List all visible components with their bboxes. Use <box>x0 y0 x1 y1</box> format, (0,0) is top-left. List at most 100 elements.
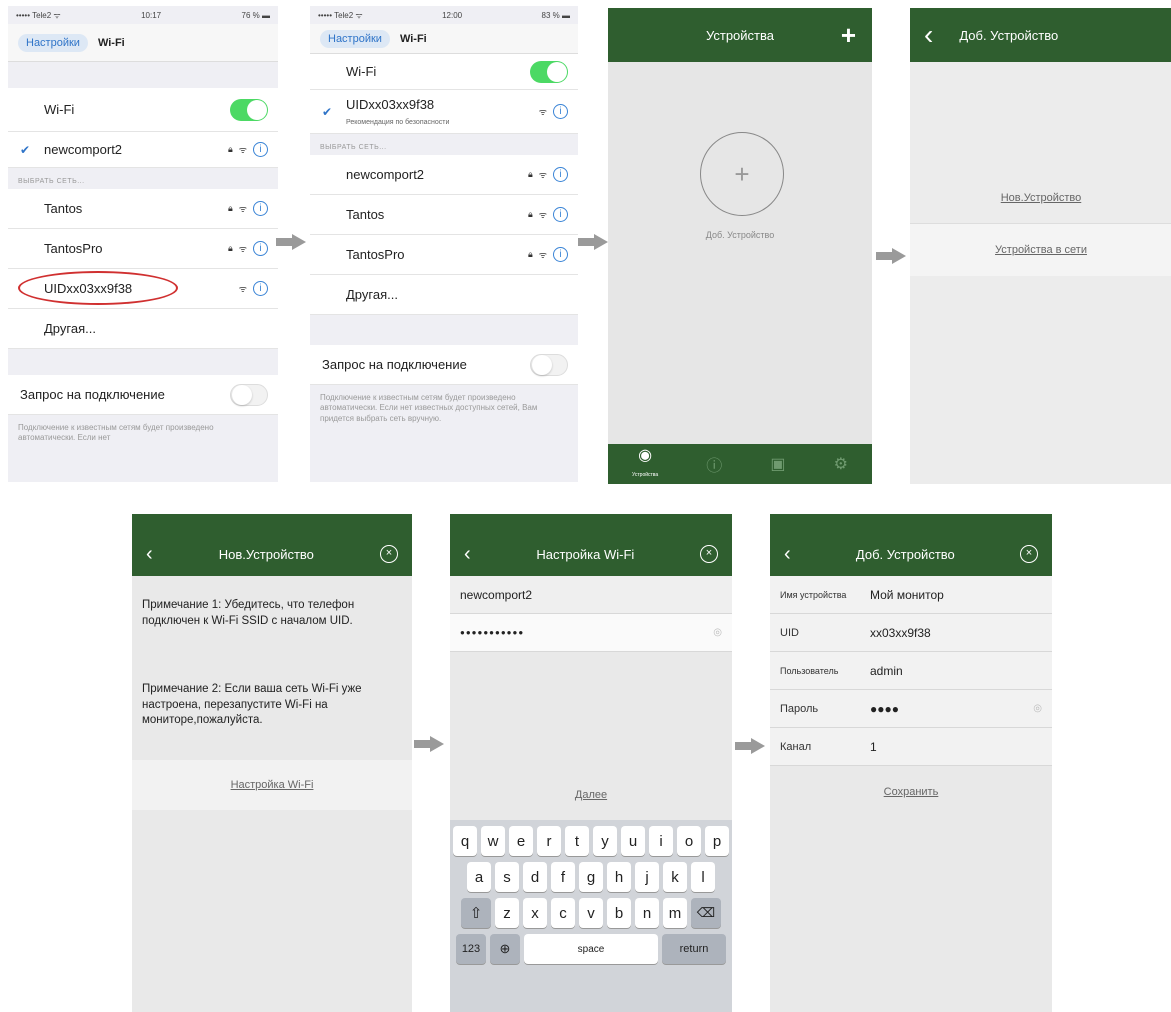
key-y[interactable]: y <box>593 826 617 856</box>
section-header: ВЫБРАТЬ СЕТЬ... <box>320 144 387 151</box>
gallery-icon[interactable]: ▣ <box>770 454 785 474</box>
ssid-field[interactable]: newcomport2 <box>450 576 732 614</box>
key-q[interactable]: q <box>453 826 477 856</box>
network-item-uid[interactable]: UIDxx03xx9f38 ᯤ i <box>8 269 278 309</box>
info-icon[interactable]: i <box>253 201 268 216</box>
key-i[interactable]: i <box>649 826 673 856</box>
eye-icon[interactable]: ◎ <box>713 627 722 638</box>
key-a[interactable]: a <box>467 862 491 892</box>
field-input[interactable]: admin <box>870 664 1052 678</box>
field-label: Пароль <box>780 702 819 715</box>
info-icon[interactable]: i <box>253 142 268 157</box>
other-network[interactable]: Другая... <box>310 275 578 315</box>
new-device-link[interactable]: Нов.Устройство <box>910 172 1171 224</box>
key-b[interactable]: b <box>607 898 631 928</box>
other-network[interactable]: Другая... <box>8 309 278 349</box>
key-g[interactable]: g <box>579 862 603 892</box>
network-item[interactable]: newcomport2 🔒︎ ᯤ i <box>310 155 578 195</box>
field-input[interactable]: 1 <box>870 740 1052 754</box>
wifi-toggle-row: Wi-Fi <box>310 54 578 90</box>
ask-to-join-toggle[interactable] <box>530 353 568 376</box>
field-input[interactable]: Мой монитор <box>870 588 1052 602</box>
back-button[interactable]: ‹ <box>464 544 471 564</box>
field-input[interactable]: ●●●● <box>870 702 1033 716</box>
ask-to-join-row: Запрос на подключение <box>310 345 578 385</box>
connected-network[interactable]: ✔ newcomport2 🔒︎ ᯤ i <box>8 132 278 168</box>
key-x[interactable]: x <box>523 898 547 928</box>
key-d[interactable]: d <box>523 862 547 892</box>
key-n[interactable]: n <box>635 898 659 928</box>
key-v[interactable]: v <box>579 898 603 928</box>
eye-icon[interactable]: ◎ <box>1033 703 1052 714</box>
field-input[interactable]: xx03xx9f38 <box>870 626 1052 640</box>
back-button[interactable]: ‹ <box>146 544 153 564</box>
info-icon[interactable]: i <box>553 247 568 262</box>
network-item[interactable]: TantosPro 🔒︎ ᯤ i <box>8 229 278 269</box>
wifi-icon: ᯤ <box>238 284 247 294</box>
tab-devices[interactable]: ◉ Устройства <box>632 448 658 480</box>
key-u[interactable]: u <box>621 826 645 856</box>
page-title: Устройства <box>705 27 774 43</box>
close-icon[interactable]: × <box>1020 545 1038 563</box>
key-c[interactable]: c <box>551 898 575 928</box>
shift-key[interactable]: ⇧ <box>461 898 491 928</box>
key-o[interactable]: o <box>677 826 701 856</box>
password-field[interactable]: ●●●●●●●●●●● ◎ <box>450 614 732 652</box>
key-h[interactable]: h <box>607 862 631 892</box>
info-icon[interactable]: i <box>553 167 568 182</box>
add-device-circle[interactable]: + <box>700 132 784 216</box>
key-j[interactable]: j <box>635 862 659 892</box>
next-link[interactable]: Далее <box>450 770 732 820</box>
key-f[interactable]: f <box>551 862 575 892</box>
screen-device-settings: ‹ Доб. Устройство × Имя устройства Мой мони… <box>770 514 1052 1012</box>
page-title: Нов.Устройство <box>218 546 314 562</box>
lock-icon: 🔒︎ <box>227 144 233 154</box>
add-device-button[interactable]: + <box>841 20 856 51</box>
ask-to-join-row: Запрос на подключение <box>8 375 278 415</box>
numbers-key[interactable]: 123 <box>456 934 486 964</box>
info-icon[interactable]: i <box>253 281 268 296</box>
arrow-icon <box>578 234 610 250</box>
info-icon[interactable]: i <box>253 241 268 256</box>
space-key[interactable]: space <box>524 934 658 964</box>
info-icon[interactable]: i <box>553 104 568 119</box>
back-button[interactable]: Настройки <box>18 33 88 52</box>
return-key[interactable]: return <box>662 934 726 964</box>
close-icon[interactable]: × <box>699 545 718 563</box>
gear-icon[interactable]: ⚙ <box>834 454 848 474</box>
nav-bar: ‹ Доб. Устройство × <box>770 532 1052 576</box>
key-e[interactable]: e <box>509 826 533 856</box>
info-icon[interactable]: ⓘ <box>706 452 722 476</box>
key-s[interactable]: s <box>495 862 519 892</box>
wifi-toggle[interactable] <box>230 98 268 121</box>
network-item[interactable]: Tantos 🔒︎ ᯤ i <box>310 195 578 235</box>
key-t[interactable]: t <box>565 826 589 856</box>
wifi-icon: ᯤ <box>538 210 547 220</box>
key-k[interactable]: k <box>663 862 687 892</box>
key-z[interactable]: z <box>495 898 519 928</box>
info-icon[interactable]: i <box>553 207 568 222</box>
network-item[interactable]: Tantos 🔒︎ ᯤ i <box>8 189 278 229</box>
back-button[interactable]: Настройки <box>320 29 390 48</box>
connected-network[interactable]: ✔ UIDxx03xx9f38 Рекомендация по безопаснос… <box>310 90 578 134</box>
globe-key[interactable]: ⊕ <box>490 934 520 964</box>
key-r[interactable]: r <box>537 826 561 856</box>
network-devices-link[interactable]: Устройства в сети <box>910 224 1171 276</box>
key-m[interactable]: m <box>663 898 687 928</box>
close-icon[interactable]: × <box>379 545 398 563</box>
wifi-toggle[interactable] <box>530 60 568 83</box>
keyboard-row: asdfghjkl <box>453 862 729 892</box>
save-link[interactable]: Сохранить <box>770 766 1052 818</box>
back-button[interactable]: ‹ <box>924 21 933 49</box>
ask-to-join-toggle[interactable] <box>230 383 268 406</box>
note-1: Примечание 1: Убедитесь, что телефон под… <box>142 599 355 627</box>
wifi-setup-link[interactable]: Настройка Wi-Fi <box>132 760 412 810</box>
key-w[interactable]: w <box>481 826 505 856</box>
camera-icon: ◉ <box>638 447 653 464</box>
back-button[interactable]: ‹ <box>784 544 791 564</box>
delete-key[interactable]: ⌫ <box>691 898 721 928</box>
key-l[interactable]: l <box>691 862 715 892</box>
page-title: Доб. Устройство <box>959 27 1059 43</box>
network-item[interactable]: TantosPro 🔒︎ ᯤ i <box>310 235 578 275</box>
key-p[interactable]: p <box>705 826 729 856</box>
